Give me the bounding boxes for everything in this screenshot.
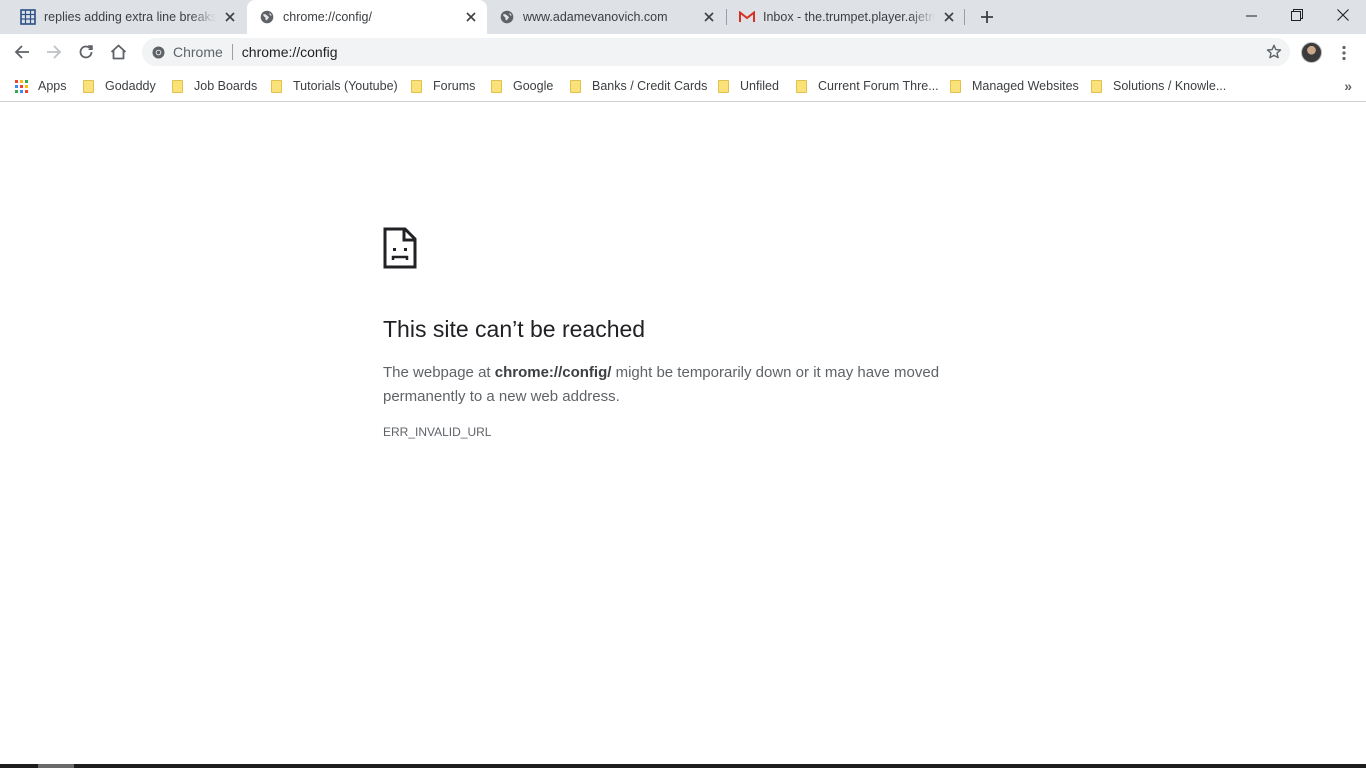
bookmark-label: Managed Websites (972, 79, 1079, 93)
back-button[interactable] (8, 38, 36, 66)
taskbar-edge (0, 764, 1366, 768)
grid-doc-icon (20, 9, 36, 25)
bookmark-apps[interactable]: Apps (15, 76, 67, 96)
tab-title: replies adding extra line breaks w (44, 10, 216, 24)
error-message: The webpage at chrome://config/ might be… (383, 361, 963, 409)
bookmark-label: Google (513, 79, 554, 93)
error-code: ERR_INVALID_URL (383, 425, 492, 439)
folder-icon (172, 79, 183, 93)
omnibox-url[interactable]: chrome://config (242, 44, 338, 60)
folder-icon (796, 79, 807, 93)
gmail-icon (739, 9, 755, 25)
bookmark-label: Job Boards (194, 79, 258, 93)
taskbar-indicator (38, 764, 74, 768)
tab-title: www.adamevanovich.com (523, 10, 668, 24)
folder-icon (950, 79, 961, 93)
globe-icon (259, 9, 275, 25)
bookmark-folder[interactable]: Solutions / Knowle... (1091, 76, 1226, 96)
bookmark-folder[interactable]: Tutorials (Youtube) (271, 76, 398, 96)
bookmark-folder[interactable]: Job Boards (172, 76, 257, 96)
bookmark-label: Godaddy (105, 79, 156, 93)
bookmark-label: Current Forum Thre... (818, 79, 939, 93)
tab-config[interactable]: chrome://config/ (247, 0, 487, 34)
close-icon[interactable] (941, 9, 957, 25)
home-button[interactable] (104, 38, 132, 66)
toolbar: Chrome chrome://config (0, 34, 1366, 71)
globe-icon (499, 9, 515, 25)
tab-title: Inbox - the.trumpet.player.ajetrum (763, 10, 935, 24)
omnibox-divider (231, 44, 233, 60)
folder-icon (718, 79, 729, 93)
minimize-button[interactable] (1228, 0, 1274, 30)
bookmark-folder[interactable]: Forums (411, 76, 475, 96)
bookmark-folder[interactable]: Godaddy (83, 76, 156, 96)
close-icon[interactable] (701, 9, 717, 25)
omnibox[interactable]: Chrome chrome://config (142, 38, 1290, 66)
tab-inbox[interactable]: Inbox - the.trumpet.player.ajetrum (727, 0, 965, 34)
folder-icon (1091, 79, 1102, 93)
bookmark-folder[interactable]: Google (491, 76, 553, 96)
error-message-prefix: The webpage at (383, 364, 495, 381)
folder-icon (83, 79, 94, 93)
chrome-icon (151, 45, 165, 59)
sad-page-icon (383, 227, 417, 269)
close-icon[interactable] (463, 9, 479, 25)
error-url: chrome://config/ (494, 364, 612, 381)
tab-title: chrome://config/ (283, 10, 372, 24)
reload-button[interactable] (72, 38, 100, 66)
bookmark-label: Unfiled (740, 79, 779, 93)
bookmark-folder[interactable]: Managed Websites (950, 76, 1079, 96)
folder-icon (411, 79, 422, 93)
tab-strip: replies adding extra line breaks w chrom… (0, 0, 1366, 34)
bookmark-folder[interactable]: Unfiled (718, 76, 779, 96)
omnibox-chip-label: Chrome (173, 44, 223, 60)
folder-icon (570, 79, 581, 93)
restore-button[interactable] (1274, 0, 1320, 30)
folder-icon (491, 79, 502, 93)
tab-replies[interactable]: replies adding extra line breaks w (8, 0, 246, 34)
apps-grid-icon (15, 79, 28, 93)
avatar[interactable] (1301, 42, 1322, 63)
tab-separator (964, 9, 965, 25)
folder-icon (271, 79, 282, 93)
bookmark-folder[interactable]: Banks / Credit Cards (570, 76, 707, 96)
bookmark-label: Tutorials (Youtube) (293, 79, 398, 93)
tab-adamevanovich[interactable]: www.adamevanovich.com (487, 0, 725, 34)
forward-button[interactable] (40, 38, 68, 66)
close-icon[interactable] (222, 9, 238, 25)
bookmark-folder[interactable]: Current Forum Thre... (796, 76, 939, 96)
bookmark-label: Solutions / Knowle... (1113, 79, 1227, 93)
menu-kebab-icon[interactable] (1334, 40, 1354, 66)
new-tab-button[interactable] (976, 7, 998, 27)
bookmarks-overflow-button[interactable]: » (1344, 78, 1352, 94)
error-heading: This site can’t be reached (383, 316, 646, 342)
bookmarks-bar: Apps Godaddy Job Boards Tutorials (Youtu… (0, 71, 1366, 102)
bookmark-label: Apps (38, 79, 67, 93)
star-icon[interactable] (1266, 44, 1282, 60)
error-page: This site can’t be reached The webpage a… (0, 102, 1366, 764)
bookmark-label: Forums (433, 79, 476, 93)
close-window-button[interactable] (1320, 0, 1366, 30)
bookmark-label: Banks / Credit Cards (592, 79, 708, 93)
